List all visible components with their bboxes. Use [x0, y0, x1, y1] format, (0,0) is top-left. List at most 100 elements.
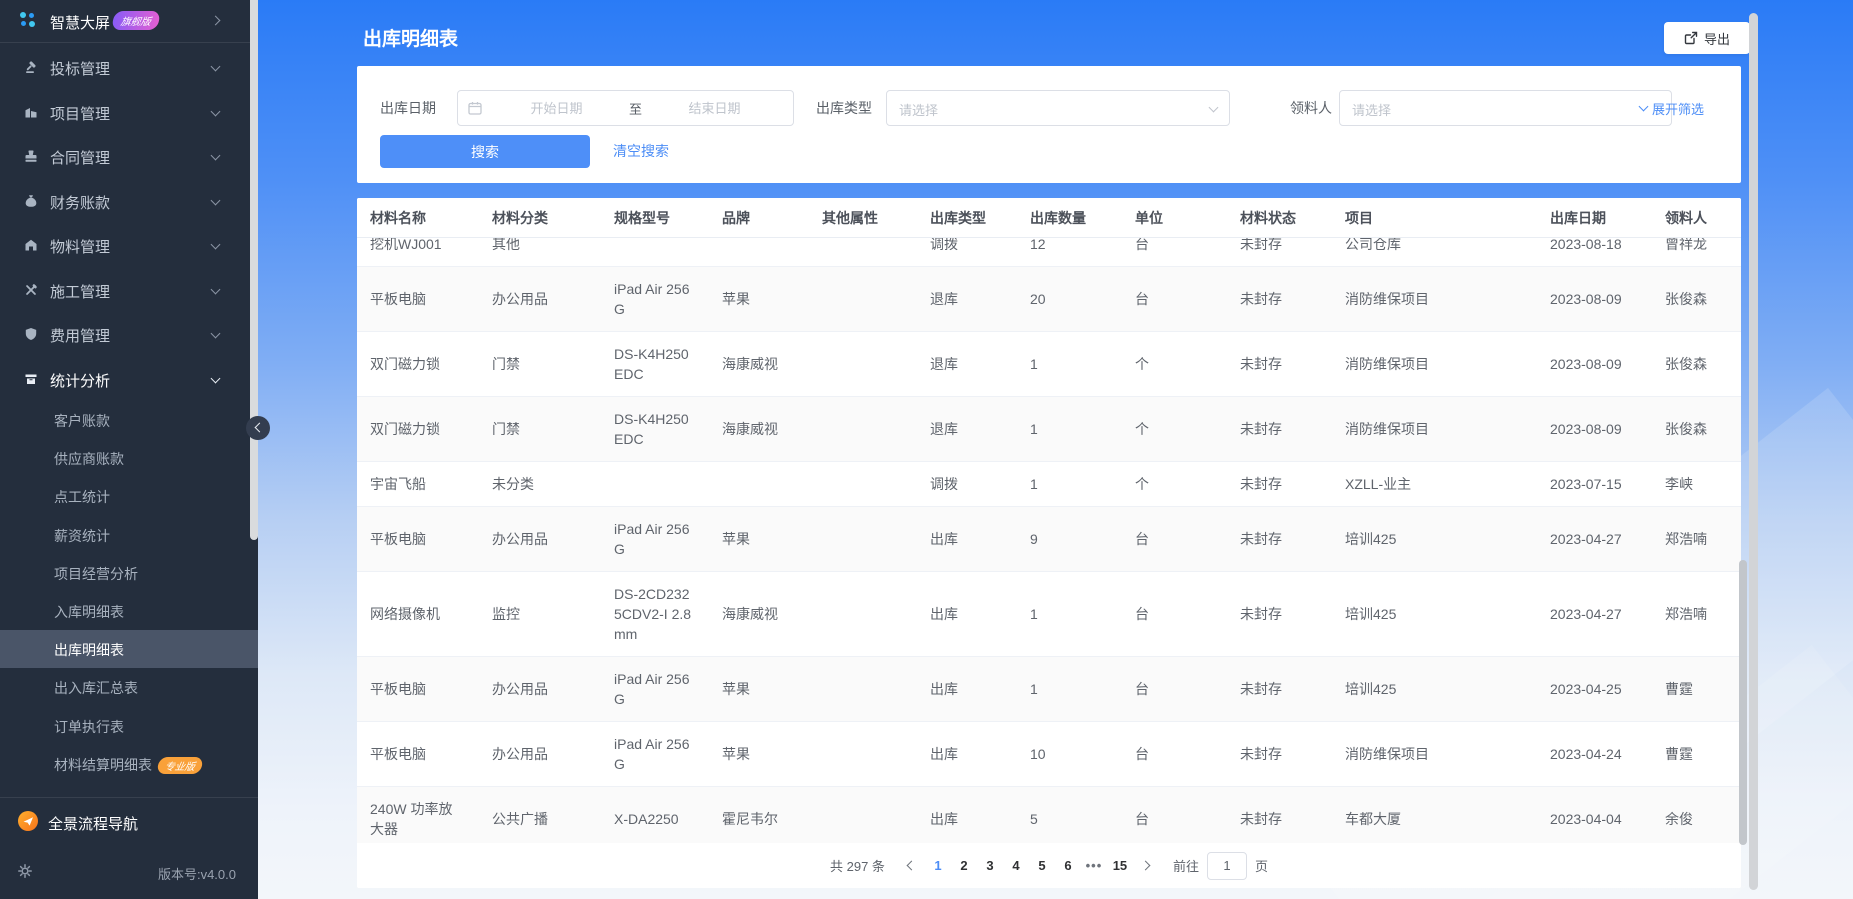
table-cell: 郑浩喃: [1665, 531, 1707, 547]
sidebar-subitem-9[interactable]: 订单执行表: [0, 707, 258, 745]
table-cell: 张俊森: [1665, 421, 1707, 437]
sidebar-collapse-handle[interactable]: [246, 416, 270, 440]
pagination-prev-button[interactable]: [899, 853, 925, 879]
table-cell: 车都大厦: [1345, 811, 1401, 827]
column-header: 材料状态: [1240, 209, 1296, 226]
column-header: 其他属性: [822, 209, 878, 226]
table-cell: DS-K4H250EDC: [614, 346, 689, 382]
table-body-scroll-area[interactable]: 挖机WJ001 其他 调拨 12 台未封存 公司仓库 2023-08-18 曾祥龙 平板电脑 办公…: [357, 238, 1741, 843]
table-cell: 苹果: [722, 746, 750, 762]
sidebar-bottom-panel: 全景流程导航 版本号:v4.0.0: [0, 797, 258, 899]
sidebar-scrollbar-thumb[interactable]: [250, 0, 258, 540]
sidebar-subitem-4[interactable]: 薪资统计: [0, 516, 258, 554]
sidebar-subitem-3[interactable]: 点工统计: [0, 477, 258, 515]
chevron-left-icon: [906, 860, 917, 871]
pagination-goto-input[interactable]: [1206, 851, 1247, 880]
outbound-type-placeholder: 请选择: [899, 103, 939, 118]
date-separator-label: 至: [629, 101, 643, 117]
pagination-page-4[interactable]: 4: [1003, 853, 1029, 879]
date-end-input[interactable]: [646, 100, 784, 116]
table-cell: 出库: [930, 531, 958, 547]
export-button-label: 导出: [1703, 31, 1730, 47]
page-scrollbar-thumb[interactable]: [1749, 13, 1758, 890]
sidebar-item-5[interactable]: 物料管理: [0, 223, 258, 267]
table-cell: 苹果: [722, 531, 750, 547]
sidebar-subitem-2[interactable]: 供应商账款: [0, 439, 258, 477]
table-cell: 监控: [492, 606, 520, 622]
sidebar-subitem-label: 出库明细表: [54, 642, 124, 659]
clear-search-link[interactable]: 清空搜索: [613, 135, 669, 168]
table-cell: 苹果: [722, 291, 750, 307]
sidebar-item-6[interactable]: 施工管理: [0, 268, 258, 312]
pagination-page-1[interactable]: 1: [925, 853, 951, 879]
gear-icon[interactable]: [18, 864, 32, 878]
table-cell: 海康威视: [722, 606, 778, 622]
export-button[interactable]: 导出: [1664, 22, 1750, 54]
building-icon: [25, 107, 37, 117]
sidebar-subitem-label: 薪资统计: [54, 527, 110, 544]
material-picker-select[interactable]: 请选择: [1339, 90, 1672, 126]
sidebar-item-process-navigation[interactable]: 全景流程导航: [48, 813, 138, 834]
sidebar-item-8[interactable]: 统计分析: [0, 357, 258, 401]
search-button[interactable]: 搜索: [380, 135, 590, 168]
table-cell: 出库: [930, 606, 958, 622]
sidebar-item-dashboard[interactable]: 智慧大屏 旗舰版: [0, 0, 258, 42]
sidebar-subitem-8[interactable]: 出入库汇总表: [0, 668, 258, 706]
sidebar-item-1[interactable]: 投标管理: [0, 45, 258, 89]
sidebar-item-label: 合同管理: [50, 150, 111, 167]
sidebar-subitem-7[interactable]: 出库明细表: [0, 630, 258, 669]
page-title: 出库明细表: [363, 29, 459, 50]
sidebar-subitem-6[interactable]: 入库明细表: [0, 592, 258, 630]
pagination-page-3[interactable]: 3: [977, 853, 1003, 879]
table-cell: 1: [1030, 421, 1038, 437]
sidebar-item-2[interactable]: 项目管理: [0, 90, 258, 134]
pagination-pages: 1 2 3 4 5 6 ••• 15: [925, 853, 1133, 879]
table-cell: 1: [1030, 681, 1038, 697]
table-cell: 1: [1030, 606, 1038, 622]
pagination-page-6[interactable]: 6: [1055, 853, 1081, 879]
dashboard-label: 智慧大屏: [50, 15, 111, 32]
table-row: 平板电脑 办公用品 iPad Air 256G 苹果 出库 1 台 未封存 培训425 2023-…: [357, 657, 1741, 722]
table-cell: 张俊森: [1665, 291, 1707, 307]
table-cell: 台: [1135, 238, 1149, 252]
table-cell: iPad Air 256G: [614, 671, 690, 707]
date-start-input[interactable]: [488, 100, 625, 116]
pagination-bar: 共 297 条 123456•••15 前往 页: [357, 843, 1741, 888]
sidebar-item-7[interactable]: 费用管理: [0, 312, 258, 356]
sidebar-item-4[interactable]: 财务账款: [0, 179, 258, 223]
table-cell: 未封存: [1240, 811, 1282, 827]
table-cell: [809, 472, 917, 496]
table-cell: 其他: [492, 238, 520, 252]
pagination-page-label: 页: [1254, 859, 1268, 874]
sidebar-subitem-10[interactable]: 材料结算明细表 专业版: [0, 745, 258, 783]
sidebar-subitem-label: 点工统计: [54, 489, 110, 506]
expand-filters-link[interactable]: 展开筛选: [1638, 90, 1704, 126]
pagination-next-button[interactable]: [1133, 853, 1159, 879]
sidebar-subitem-5[interactable]: 项目经营分析: [0, 554, 258, 592]
pagination-page-15[interactable]: 15: [1107, 853, 1133, 879]
table-cell: 双门磁力锁: [370, 421, 440, 437]
table-cell: 退库: [930, 356, 958, 372]
table-cell: 5: [1030, 811, 1038, 827]
pagination-page-5[interactable]: 5: [1029, 853, 1055, 879]
table-cell: 出库: [930, 746, 958, 762]
table-header-row: 材料名称 材料分类 规格型号 品牌 其他属性 出库类型 出库数量 单位 材料状态 项目 出库日期 领料…: [357, 198, 1741, 238]
outbound-type-select[interactable]: 请选择: [886, 90, 1230, 126]
table-scrollbar-thumb[interactable]: [1739, 560, 1747, 845]
type-filter-label: 出库类型: [816, 100, 872, 116]
sidebar-item-label: 财务账款: [50, 194, 111, 212]
column-header: 材料名称: [370, 209, 426, 226]
sidebar-item-3[interactable]: 合同管理: [0, 134, 258, 178]
pagination-ellipsis: •••: [1085, 857, 1103, 873]
table-cell: [809, 287, 917, 311]
version-label: 版本号:v4.0.0: [157, 867, 236, 882]
table-cell: 消防维保项目: [1345, 291, 1429, 307]
chevron-left-icon: [254, 422, 265, 433]
chevron-down-icon: [210, 373, 221, 383]
table-cell: 公共广播: [492, 811, 548, 827]
sidebar-subitem-1[interactable]: 客户账款: [0, 401, 258, 439]
pagination-page-2[interactable]: 2: [951, 853, 977, 879]
date-range-picker[interactable]: 至: [457, 90, 794, 126]
table-cell: 霍尼韦尔: [722, 811, 778, 827]
table-cell: 未封存: [1240, 531, 1282, 547]
